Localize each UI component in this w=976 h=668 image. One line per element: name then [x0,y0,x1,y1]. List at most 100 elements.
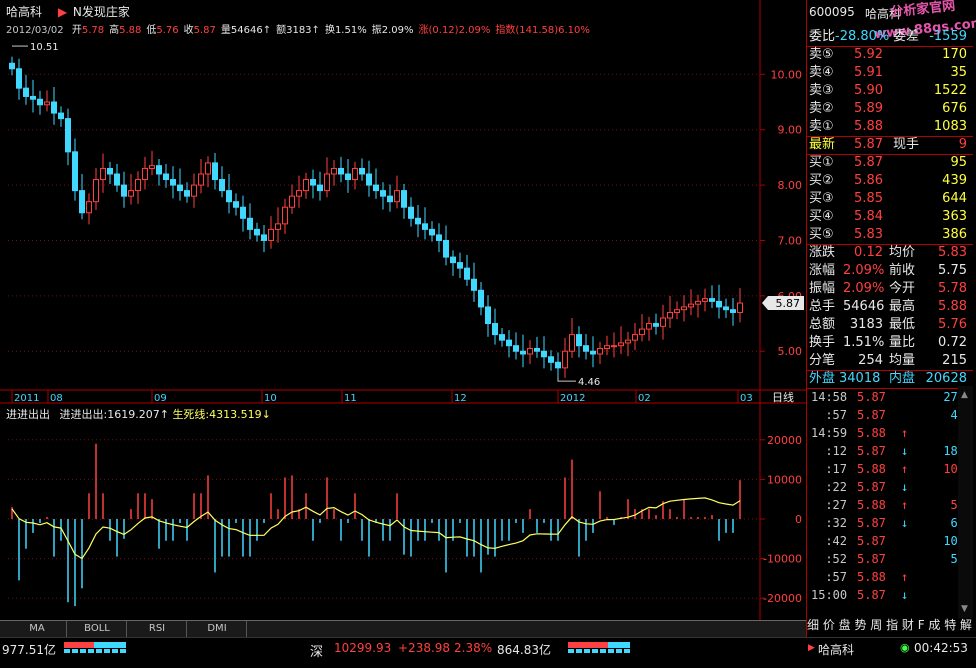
tick-price: 5.87 [857,408,886,422]
stat-value: 54646 [843,299,885,314]
sh-amount: 977.51亿 [2,643,56,657]
ohlc-item: 开5.78 [72,25,104,36]
indicator-tab-rsi[interactable]: RSI [128,621,187,637]
indicator-tab-boll[interactable]: BOLL [68,621,127,637]
tick-time: :22 [825,480,847,494]
indicator-tab-ma[interactable]: MA [8,621,67,637]
sell-price: 5.88 [854,119,883,134]
buy-row[interactable]: 买④ 5.84 363 [807,208,971,226]
scroll-down-icon[interactable]: ▼ [961,604,968,614]
stat-label: 最高 [889,299,916,314]
period-label[interactable]: 日线 [772,390,794,404]
candle-body [730,309,736,313]
candle-body [450,256,456,264]
sell-row[interactable]: 卖⑤ 5.92 170 [807,46,971,64]
candle-body [135,179,141,192]
candle-body [492,323,498,336]
candle-body [170,179,176,186]
candle-body [618,342,624,347]
candle-body [72,151,78,192]
candle-body [219,179,225,192]
time-axis-label: 02 [638,393,651,404]
buy-row[interactable]: 买③ 5.85 644 [807,190,971,208]
up-arrow-icon: ↑ [901,426,909,440]
sell-row[interactable]: 卖② 5.89 676 [807,100,971,118]
latest-label: 最新 [809,137,836,152]
candle-body [576,334,582,347]
stock-code: 600095 [809,5,855,19]
tick-time: :32 [825,516,847,530]
candle-body [310,179,316,186]
tick-scrollbar[interactable]: ▲ ▼ [958,386,973,618]
scroll-up-icon[interactable]: ▲ [961,390,968,400]
candle-body [303,179,309,192]
candle-body [338,167,344,175]
ohlc-label: 量 [220,25,231,36]
candle-body [51,101,57,114]
candle-body [443,239,449,258]
stat-row: 振幅 2.09% 今开 5.78 [807,280,971,298]
tick-price: 5.87 [857,480,886,494]
ohlc-item: 高5.88 [109,25,141,36]
ohlc-item: 振2.09% [372,25,414,36]
buy-price: 5.85 [854,191,883,206]
stat-row: 换手 1.51% 量比 0.72 [807,334,971,352]
ohlc-label: 收 [183,25,194,36]
ohlc-label: 低 [146,25,157,36]
quote-panel: 600095 哈高科 分析家官网 www.88gs.com 委比 -28.80%… [806,0,976,640]
candle-body [275,223,281,230]
buy-volume: 95 [950,155,967,170]
candle-body [93,179,99,203]
stat-label: 振幅 [809,281,836,296]
candle-body [352,167,358,181]
clock: 00:42:53 [914,641,968,655]
candle-body [114,173,120,186]
sell-volume: 1522 [933,83,967,98]
sz-change: +238.98 [398,641,451,655]
candle-body [632,334,638,341]
sell-volume: 170 [942,47,967,62]
stat-label: 今开 [889,281,916,296]
time-axis-label: 11 [344,393,357,404]
down-arrow-icon: ↓ [901,516,909,530]
tick-row: :42 5.87 100 [807,532,973,550]
weicha-label: 委差 [893,29,920,44]
weibi-label: 委比 [809,29,836,44]
candle-body [156,165,162,175]
down-arrow-icon: ↓ [261,408,271,421]
sell-row[interactable]: 卖① 5.88 1083 [807,118,971,136]
tick-row: :575.8740 [807,406,973,424]
buy-row[interactable]: 买① 5.87 95 [807,154,971,172]
stat-label: 总手 [809,299,836,314]
tick-price: 5.88 [857,498,886,512]
panel-tabs[interactable]: 细 价 盘 势 周 指 财 F 成 特 解 [807,616,973,634]
buy-price: 5.83 [854,227,883,242]
xianshou-label: 现手 [893,137,920,152]
status-stock-name[interactable]: 哈高科 [818,641,854,658]
candle-body [128,190,134,197]
candle-body [464,267,470,280]
kline-chart-area[interactable]: 10.009.008.007.006.005.0010.514.465.8720… [0,0,806,620]
stat-label: 涨幅 [809,263,836,278]
buy-row[interactable]: 买② 5.86 439 [807,172,971,190]
low-annotation: 4.46 [578,377,600,388]
stat-row: 总手 54646 最高 5.88 [807,298,971,316]
indicator-title[interactable]: N发现庄家 [73,5,130,19]
candle-body [261,234,267,241]
candle-body [499,334,505,341]
buy-price: 5.87 [854,155,883,170]
sell-row[interactable]: 卖③ 5.90 1522 [807,82,971,100]
stat-value: 5.76 [938,317,967,332]
candle-body [387,195,393,203]
buy-row[interactable]: 买⑤ 5.83 386 [807,226,971,244]
line2-label: 生死线: [172,408,210,421]
candle-body [65,118,71,153]
tick-row: :575.88↑7 [807,568,973,586]
chart-svg[interactable]: 10.009.008.007.006.005.0010.514.465.8720… [0,0,806,620]
sell-row[interactable]: 卖④ 5.91 35 [807,64,971,82]
stat-label: 分笔 [809,353,836,368]
stat-value: 2.09% [843,281,885,296]
tick-price: 5.87 [857,444,886,458]
candle-body [394,190,400,203]
indicator-tab-dmi[interactable]: DMI [188,621,247,637]
